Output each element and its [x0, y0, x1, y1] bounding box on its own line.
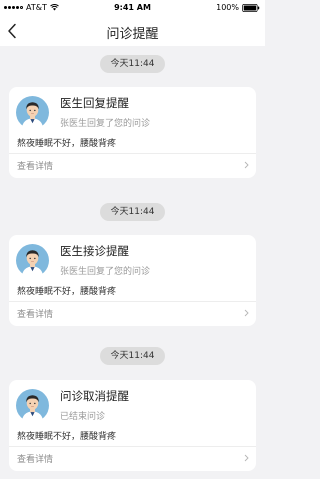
card-subtitle: 张医生回复了您的问诊	[60, 119, 151, 129]
page-title: 问诊提醒	[106, 27, 159, 42]
card-title: 医生接诊提醒	[60, 244, 129, 258]
card-divider	[9, 153, 256, 154]
card-subtitle: 张医生回复了您的问诊	[60, 267, 151, 277]
card-title: 问诊取消提醒	[60, 389, 129, 403]
view-detail-label: 查看详情	[17, 310, 54, 320]
card-divider	[9, 446, 256, 447]
message-card: 医生回复提醒 张医生回复了您的问诊 熬夜睡眠不好，腰酸背疼 查看详情	[9, 87, 256, 178]
card-subtitle: 已结束问诊	[60, 412, 106, 422]
battery-percent: 100%	[216, 3, 239, 12]
card-body: 熬夜睡眠不好，腰酸背疼	[17, 432, 117, 442]
view-detail-link[interactable]: 查看详情	[9, 303, 256, 323]
time-pill: 今天11:44	[100, 55, 165, 73]
card-title: 医生回复提醒	[60, 96, 129, 110]
status-right: 100%	[216, 3, 260, 12]
chevron-right-icon	[244, 309, 249, 317]
card-body: 熬夜睡眠不好，腰酸背疼	[17, 287, 117, 297]
time-pill: 今天11:44	[100, 347, 165, 365]
nav-bar: 问诊提醒	[0, 16, 265, 46]
doctor-avatar-icon	[16, 244, 49, 277]
message-card: 问诊取消提醒 已结束问诊 熬夜睡眠不好，腰酸背疼 查看详情	[9, 380, 256, 471]
time-pill: 今天11:44	[100, 203, 165, 221]
view-detail-label: 查看详情	[17, 455, 54, 465]
doctor-avatar-icon	[16, 389, 49, 422]
chevron-right-icon	[244, 454, 249, 462]
card-body: 熬夜睡眠不好，腰酸背疼	[17, 139, 117, 149]
screen: AT&T 9:41 AM 100% 问诊提醒 今天11:44 医生回复提醒 张医…	[0, 0, 265, 479]
battery-icon	[242, 3, 260, 12]
status-bar: AT&T 9:41 AM 100%	[0, 0, 265, 16]
view-detail-link[interactable]: 查看详情	[9, 155, 256, 175]
doctor-avatar-icon	[16, 96, 49, 129]
view-detail-link[interactable]: 查看详情	[9, 448, 256, 468]
chevron-right-icon	[244, 161, 249, 169]
message-card: 医生接诊提醒 张医生回复了您的问诊 熬夜睡眠不好，腰酸背疼 查看详情	[9, 235, 256, 326]
view-detail-label: 查看详情	[17, 162, 54, 172]
card-divider	[9, 301, 256, 302]
